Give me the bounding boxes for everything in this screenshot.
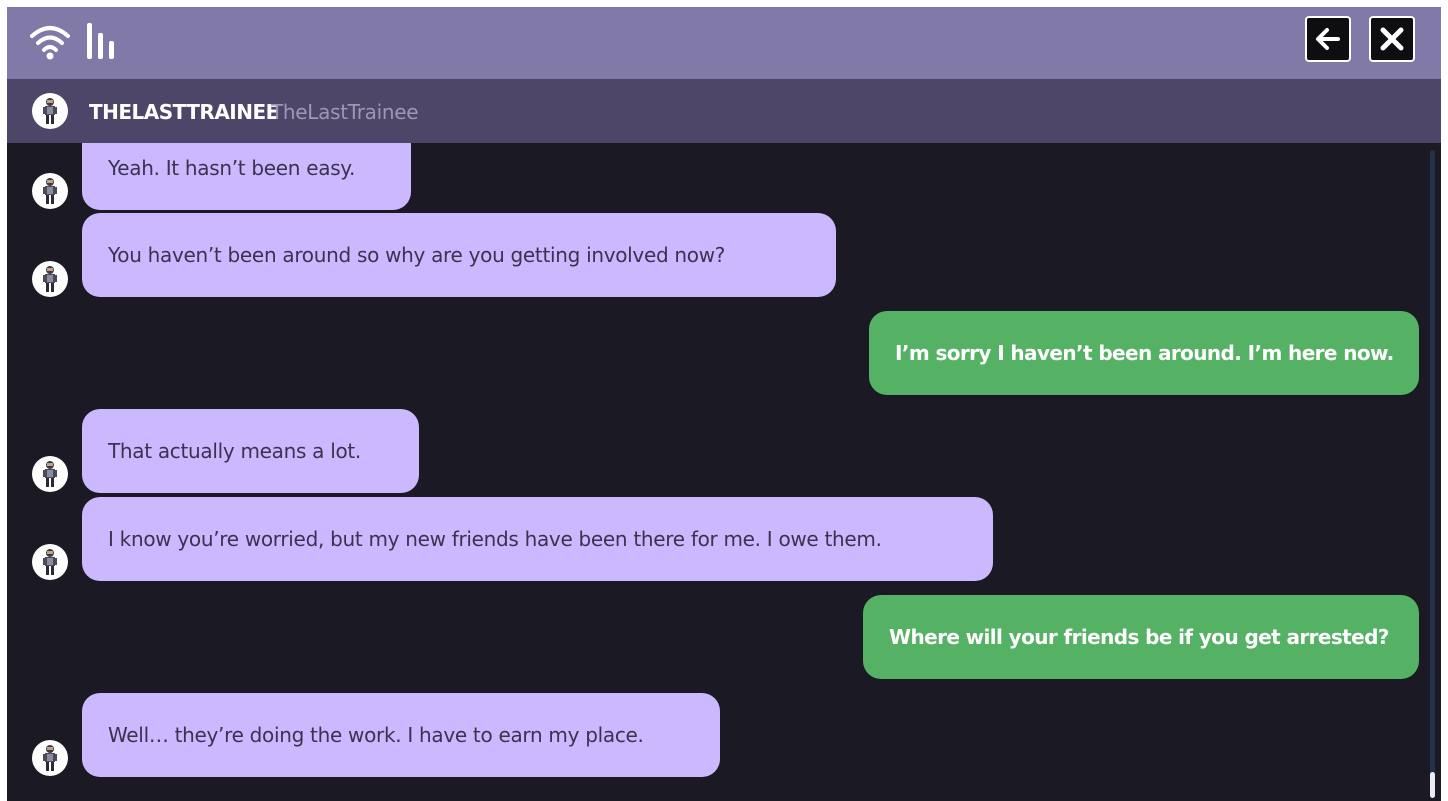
message-bubble-incoming: That actually means a lot. bbox=[82, 409, 419, 493]
avatar bbox=[32, 456, 68, 492]
message-bubble-incoming: Yeah. It hasn’t been easy. bbox=[82, 143, 411, 210]
message-bubble-incoming: You haven’t been around so why are you g… bbox=[82, 213, 836, 297]
character-avatar-icon bbox=[43, 178, 57, 204]
character-avatar-icon bbox=[43, 549, 57, 575]
messenger-window: THELASTTRAINEE TheLastTrainee Yeah. It h… bbox=[7, 7, 1441, 801]
scrollbar[interactable] bbox=[1430, 150, 1435, 798]
message-bubble-outgoing: I’m sorry I haven’t been around. I’m her… bbox=[869, 311, 1419, 395]
message-bubble-incoming: Well… they’re doing the work. I have to … bbox=[82, 693, 720, 777]
character-avatar-icon bbox=[43, 98, 57, 124]
contact-name: THELASTTRAINEE bbox=[89, 100, 279, 124]
close-button[interactable] bbox=[1369, 16, 1415, 62]
avatar bbox=[32, 261, 68, 297]
wifi-icon bbox=[29, 21, 71, 63]
character-avatar-icon bbox=[43, 266, 57, 292]
top-bar bbox=[7, 7, 1441, 79]
message-thread[interactable]: Yeah. It hasn’t been easy. You haven’t b… bbox=[7, 143, 1441, 801]
avatar bbox=[32, 544, 68, 580]
back-button[interactable] bbox=[1305, 16, 1351, 62]
message-bubble-incoming: I know you’re worried, but my new friend… bbox=[82, 497, 993, 581]
character-avatar-icon bbox=[43, 745, 57, 771]
contact-handle: TheLastTrainee bbox=[271, 100, 419, 124]
character-avatar-icon bbox=[43, 461, 57, 487]
avatar bbox=[32, 740, 68, 776]
avatar bbox=[32, 173, 68, 209]
contact-header: THELASTTRAINEE TheLastTrainee bbox=[7, 79, 1441, 143]
signal-bars-icon bbox=[83, 21, 125, 63]
arrow-left-icon bbox=[1316, 28, 1340, 50]
message-bubble-outgoing: Where will your friends be if you get ar… bbox=[863, 595, 1419, 679]
close-icon bbox=[1380, 27, 1404, 51]
avatar[interactable] bbox=[32, 93, 68, 129]
scrollbar-thumb[interactable] bbox=[1430, 772, 1435, 798]
